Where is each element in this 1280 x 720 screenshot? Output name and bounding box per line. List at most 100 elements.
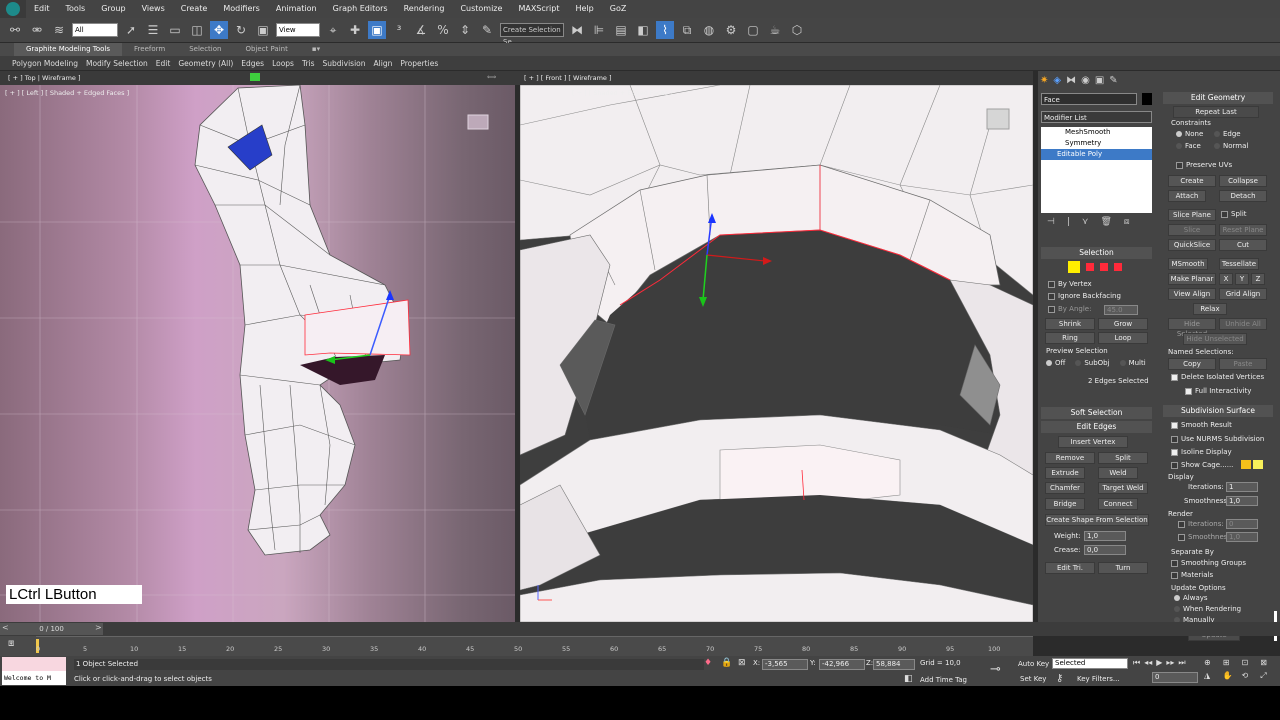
stack-item-meshsmooth[interactable]: MeshSmooth — [1041, 127, 1152, 138]
go-to-start-icon[interactable]: ⏮ — [1133, 658, 1140, 669]
grid-align-button[interactable]: Grid Align — [1219, 288, 1267, 300]
tab-freeform[interactable]: Freeform — [122, 43, 177, 56]
tab-graphite-modeling-tools[interactable]: Graphite Modeling Tools — [14, 43, 123, 56]
left-viewport[interactable]: [ + ] [ Left ] [ Shaded + Edged Faces ] … — [0, 85, 515, 622]
extrude-button[interactable]: Extrude — [1045, 467, 1085, 479]
hide-unselected-button[interactable]: Hide Unselected — [1183, 333, 1247, 345]
front-viewport[interactable]: [ + ] [ Shaded + Edged Faces ] — [520, 85, 1033, 622]
material-editor-icon[interactable]: ◍ — [700, 21, 718, 39]
go-to-end-icon[interactable]: ⏭ — [1178, 658, 1185, 669]
preserve-uvs-option[interactable]: Preserve UVs — [1176, 161, 1232, 169]
selection-lock-icon[interactable]: 🔒 — [721, 658, 732, 668]
track-ruler[interactable]: 0 5 10 15 20 25 30 35 40 45 50 55 60 65 … — [36, 636, 1033, 656]
by-angle-field[interactable]: 45.0 — [1104, 305, 1138, 315]
paste-button[interactable]: Paste — [1219, 358, 1267, 370]
reset-plane-button[interactable]: Reset Plane — [1219, 224, 1267, 236]
delete-isolated-option[interactable]: Delete Isolated Vertices — [1171, 373, 1264, 381]
smoothing-groups-option[interactable]: Smoothing Groups — [1171, 559, 1246, 567]
menu-rendering[interactable]: Rendering — [396, 0, 453, 18]
use-nurms-option[interactable]: Use NURMS Subdivision — [1171, 435, 1264, 443]
zoom-icon[interactable]: ⊕ — [1204, 658, 1222, 670]
menu-customize[interactable]: Customize — [452, 0, 510, 18]
set-key-button[interactable]: Set Key — [1020, 675, 1046, 683]
render-iterations-option[interactable]: Iterations: — [1178, 520, 1224, 528]
align-icon[interactable]: ⊫ — [590, 21, 608, 39]
tessellate-button[interactable]: Tessellate — [1219, 258, 1259, 270]
panel-loops[interactable]: Loops — [268, 59, 298, 68]
panel-tris[interactable]: Tris — [298, 59, 319, 68]
edit-edges-rollout-header[interactable]: Edit Edges — [1041, 421, 1152, 433]
weight-field[interactable]: 1,0 — [1084, 531, 1126, 541]
key-set-select[interactable]: Selected — [1052, 658, 1128, 669]
motion-tab-icon[interactable]: ◉ — [1081, 75, 1090, 86]
attach-button[interactable]: Attach — [1168, 190, 1206, 202]
menu-edit[interactable]: Edit — [26, 0, 58, 18]
copy-button[interactable]: Copy — [1168, 358, 1216, 370]
add-time-tag-button[interactable]: Add Time Tag — [920, 676, 967, 684]
render-iterations-field[interactable]: 0 — [1226, 519, 1258, 529]
isoline-display-option[interactable]: Isoline Display — [1171, 448, 1232, 456]
chamfer-button[interactable]: Chamfer — [1045, 482, 1085, 494]
remove-modifier-icon[interactable]: 🗑 — [1100, 217, 1111, 229]
ring-button[interactable]: Ring — [1045, 332, 1095, 344]
keyboard-shortcut-icon[interactable]: ▣ — [368, 21, 386, 39]
mirror-icon[interactable]: ⧓ — [568, 21, 586, 39]
iterations-field[interactable]: 1 — [1226, 482, 1258, 492]
menu-views[interactable]: Views — [134, 0, 173, 18]
track-bar[interactable]: ⧆ 0 5 10 15 20 25 30 35 40 45 50 55 60 6… — [0, 636, 1033, 656]
menu-help[interactable]: Help — [568, 0, 602, 18]
soft-selection-rollout-header[interactable]: Soft Selection — [1041, 407, 1152, 419]
by-vertex-option[interactable]: By Vertex — [1048, 280, 1092, 288]
zoom-extents-icon[interactable]: ⊡ — [1242, 658, 1260, 670]
selection-filter-select[interactable]: All — [72, 23, 118, 37]
rotate-icon[interactable]: ↻ — [232, 21, 250, 39]
reference-coord-select[interactable]: View — [276, 23, 320, 37]
pan-icon[interactable]: ✋ — [1223, 671, 1241, 684]
next-frame-icon[interactable]: ▸▸ — [1166, 658, 1174, 669]
x-coordinate-field[interactable]: -3,565 — [762, 659, 808, 670]
create-shape-button[interactable]: Create Shape From Selection — [1045, 514, 1149, 526]
select-object-icon[interactable]: ➚ — [122, 21, 140, 39]
collapse-button[interactable]: Collapse — [1219, 175, 1267, 187]
repeat-last-button[interactable]: Repeat Last — [1173, 106, 1259, 118]
bridge-button[interactable]: Bridge — [1045, 498, 1085, 510]
layer-manager-icon[interactable]: ▤ — [612, 21, 630, 39]
ribbon-options-icon[interactable]: ▪▾ — [300, 43, 332, 56]
cage-color-swatch-1[interactable] — [1241, 460, 1251, 469]
select-by-name-icon[interactable]: ☰ — [144, 21, 162, 39]
create-tab-icon[interactable]: ✷ — [1040, 75, 1048, 86]
panel-align[interactable]: Align — [370, 59, 397, 68]
modifier-list-select[interactable]: Modifier List — [1041, 111, 1152, 123]
hide-selected-button[interactable]: Hide Selected — [1168, 318, 1216, 338]
pivot-center-icon[interactable]: ⌖ — [324, 21, 342, 39]
turn-button[interactable]: Turn — [1098, 562, 1148, 574]
set-key-icon[interactable]: ⚷ — [1056, 673, 1063, 684]
cut-button[interactable]: Cut — [1219, 239, 1267, 251]
preview-subobj-radio[interactable]: SubObj — [1075, 359, 1110, 367]
percent-snap-icon[interactable]: % — [434, 21, 452, 39]
time-slider-bar[interactable]: 0 / 100 < > — [0, 622, 1280, 636]
modify-tab-icon[interactable]: ◈ — [1053, 75, 1061, 86]
angle-snap-icon[interactable]: ∡ — [412, 21, 430, 39]
smooth-result-option[interactable]: Smooth Result — [1171, 421, 1232, 429]
target-weld-button[interactable]: Target Weld — [1098, 482, 1148, 494]
viewcube-icon[interactable] — [467, 114, 489, 130]
front-viewport-label[interactable]: [ + ] [ Front ] [ Wireframe ] — [524, 74, 612, 82]
left-viewport-label[interactable]: [ + ] [ Left ] [ Shaded + Edged Faces ] — [5, 89, 129, 97]
panel-edges[interactable]: Edges — [237, 59, 268, 68]
previous-frame-icon[interactable]: ◂◂ — [1144, 658, 1152, 669]
time-slider[interactable]: 0 / 100 — [0, 623, 103, 635]
time-slider-left-icon[interactable]: < — [2, 623, 9, 632]
slice-plane-button[interactable]: Slice Plane — [1168, 209, 1216, 221]
update-always-radio[interactable]: Always — [1174, 594, 1208, 602]
stack-item-symmetry[interactable]: Symmetry — [1041, 138, 1152, 149]
key-filters-button[interactable]: Key Filters... — [1077, 675, 1120, 683]
maximize-viewport-icon[interactable]: ⤢ — [1260, 671, 1278, 684]
full-interactivity-option[interactable]: Full Interactivity — [1185, 387, 1251, 395]
menu-group[interactable]: Group — [93, 0, 133, 18]
panel-polygon-modeling[interactable]: Polygon Modeling — [8, 59, 82, 68]
quickslice-button[interactable]: QuickSlice — [1168, 239, 1216, 251]
graphite-toggle-icon[interactable]: ◧ — [634, 21, 652, 39]
move-icon[interactable]: ✥ — [210, 21, 228, 39]
named-selection-set-select[interactable]: Create Selection Se — [500, 23, 564, 46]
